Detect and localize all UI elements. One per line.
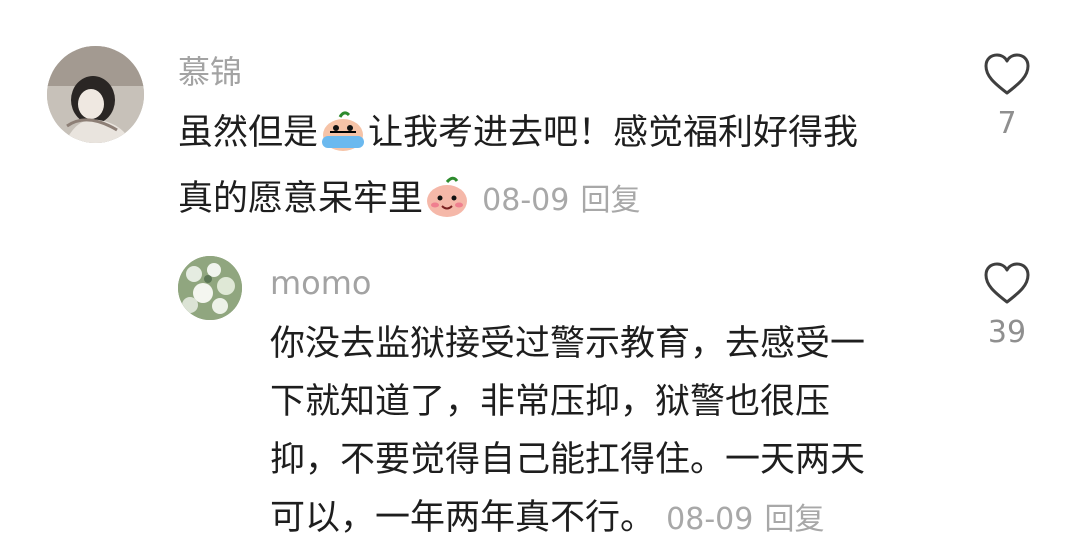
comment-text-part: 真的愿意呆牢里 [178, 179, 424, 219]
comment-text-part: 虽然但是 [178, 113, 319, 153]
comment-text: 虽然但是 让我考进去吧！感觉福利好得我 真的愿意呆牢里 08-09 回复 [178, 104, 958, 236]
reply-date: 08-09 [666, 502, 754, 537]
reply-text: 你没去监狱接受过警示教育，去感受一 下就知道了，非常压抑，狱警也很压 抑，不要觉… [270, 315, 960, 549]
reply-username[interactable]: momo [270, 264, 372, 302]
comment-date: 08-09 [482, 183, 570, 218]
smiling-peach-emoji-icon [423, 176, 471, 236]
reply-reply-button[interactable]: 回复 [764, 502, 824, 537]
like-count: 7 [997, 106, 1017, 141]
heart-outline-icon[interactable] [982, 52, 1032, 98]
crying-emoji-icon [318, 110, 368, 170]
reply-like-button[interactable]: 39 [972, 261, 1042, 350]
reply-line: 抑，不要觉得自己能扛得住。一天两天 [270, 440, 866, 480]
reply-button[interactable]: 回复 [580, 183, 640, 218]
like-button[interactable]: 7 [972, 52, 1042, 141]
reply-like-count: 39 [987, 315, 1027, 350]
avatar[interactable] [47, 46, 144, 143]
reply-last-line: 可以，一年两年真不行。 08-09 回复 [270, 489, 960, 549]
reply-avatar[interactable] [178, 256, 242, 320]
reply-line: 下就知道了，非常压抑，狱警也很压 [270, 382, 831, 422]
reply-avatar-image [178, 256, 242, 320]
reply-line: 可以，一年两年真不行。 [270, 498, 656, 538]
heart-outline-icon[interactable] [982, 261, 1032, 307]
reply-line: 你没去监狱接受过警示教育，去感受一 [270, 324, 866, 364]
comment-text-part: 让我考进去吧！感觉福利好得我 [368, 113, 859, 153]
comment-username[interactable]: 慕锦 [178, 53, 242, 91]
avatar-image [47, 46, 144, 143]
